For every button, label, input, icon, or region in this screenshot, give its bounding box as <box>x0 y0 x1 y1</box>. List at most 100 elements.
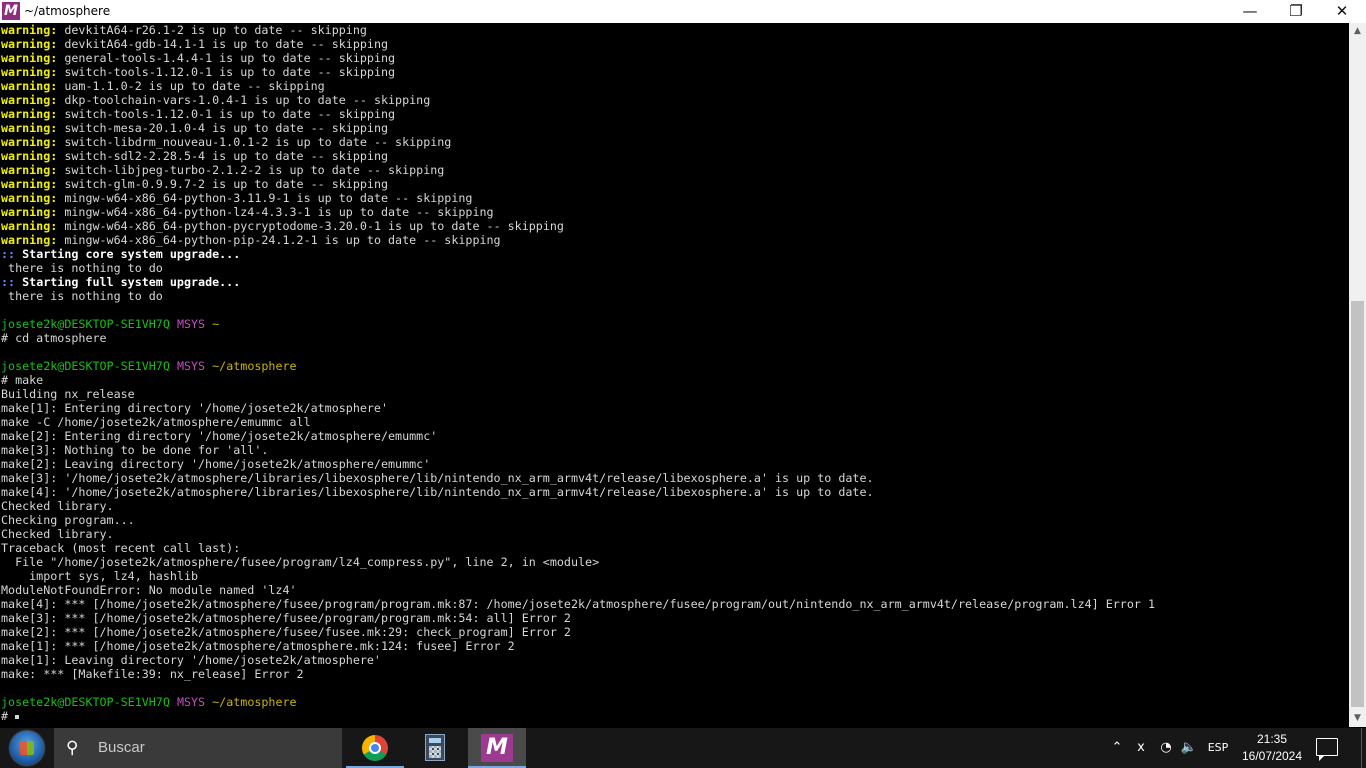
terminal-line: josete2k@DESKTOP-SE1VH7Q MSYS ~/atmosphe… <box>1 695 1155 709</box>
scrollbar-thumb[interactable] <box>1351 301 1364 707</box>
terminal-text-segment: josete2k@DESKTOP-SE1VH7Q <box>1 359 170 373</box>
terminal-text-segment: make[1]: *** [/home/josete2k/atmosphere/… <box>1 639 515 653</box>
terminal-text-segment: make[1]: Entering directory '/home/joset… <box>1 401 389 415</box>
msys2-app-icon[interactable]: M <box>2 2 20 20</box>
terminal-text-segment: josete2k@DESKTOP-SE1VH7Q <box>1 695 170 709</box>
terminal-text-segment: switch-tools-1.12.0-1 is up to date -- s… <box>57 65 396 79</box>
network-icon[interactable]: ◔ <box>1155 728 1177 768</box>
terminal-line: there is nothing to do <box>1 289 1155 303</box>
chrome-icon <box>362 735 388 761</box>
terminal-line: Checked library. <box>1 499 1155 513</box>
taskbar-search-box[interactable]: ⚲ Buscar <box>54 728 342 768</box>
terminal-line: import sys, lz4, hashlib <box>1 569 1155 583</box>
terminal-text-segment: MSYS <box>176 317 206 331</box>
terminal-text-segment: warning: <box>1 219 58 233</box>
terminal-line: there is nothing to do <box>1 261 1155 275</box>
terminal-line: # make <box>1 373 1155 387</box>
terminal-line: make[3]: *** [/home/josete2k/atmosphere/… <box>1 611 1155 625</box>
terminal-output: warning: devkitA64-r26.1-2 is up to date… <box>1 23 1155 723</box>
terminal-line: warning: switch-glm-0.9.9.7-2 is up to d… <box>1 177 1155 191</box>
vertical-scrollbar[interactable]: ▲ ▼ <box>1349 23 1366 727</box>
close-button[interactable]: ✕ <box>1319 0 1365 23</box>
start-button[interactable] <box>0 728 54 768</box>
show-hidden-icons-chevron-icon[interactable]: ⌃ <box>1106 728 1128 768</box>
minimize-button[interactable]: — <box>1227 0 1273 23</box>
terminal-text-segment: warning: <box>1 37 58 51</box>
terminal-text-segment: mingw-w64-x86_64-python-lz4-4.3.3-1 is u… <box>57 205 494 219</box>
terminal-text-segment: switch-libjpeg-turbo-2.1.2-2 is up to da… <box>57 163 445 177</box>
terminal-text-segment: there is nothing to do <box>1 289 163 303</box>
terminal-text-segment: there is nothing to do <box>1 261 163 275</box>
terminal-text-segment: Starting core system upgrade... <box>15 247 241 261</box>
terminal-text-segment: mingw-w64-x86_64-python-pip-24.1.2-1 is … <box>57 233 501 247</box>
scroll-up-arrow-icon[interactable]: ▲ <box>1349 23 1366 40</box>
taskbar: ⚲ Buscar M ⌃ ⅹ ◔ 🔈 ESP 21:35 16/07/2024 <box>0 728 1366 768</box>
terminal-text-segment: ~/atmosphere <box>212 359 297 373</box>
taskbar-app-msys2[interactable]: M <box>468 728 526 768</box>
terminal-line: warning: switch-mesa-20.1.0-4 is up to d… <box>1 121 1155 135</box>
calculator-icon <box>425 734 445 761</box>
ime-icon[interactable]: ⅹ <box>1130 728 1152 768</box>
maximize-button[interactable]: ❐ <box>1273 0 1319 23</box>
show-desktop-button[interactable] <box>1361 728 1366 768</box>
windows-logo-icon <box>10 731 44 765</box>
scroll-down-arrow-icon[interactable]: ▼ <box>1349 710 1366 727</box>
terminal-text-segment: make[3]: *** [/home/josete2k/atmosphere/… <box>1 611 571 625</box>
terminal-text-segment: warning: <box>1 121 58 135</box>
taskbar-app-chrome[interactable] <box>346 728 404 768</box>
terminal-text-segment: warning: <box>1 233 58 247</box>
terminal-text-segment: warning: <box>1 107 58 121</box>
terminal-text-segment: switch-sdl2-2.28.5-4 is up to date -- sk… <box>57 149 389 163</box>
terminal-text-segment: warning: <box>1 205 58 219</box>
terminal-line: make[3]: '/home/josete2k/atmosphere/libr… <box>1 471 1155 485</box>
terminal-text-segment: warning: <box>1 191 58 205</box>
terminal-line: warning: switch-tools-1.12.0-1 is up to … <box>1 107 1155 121</box>
terminal-text-segment: switch-glm-0.9.9.7-2 is up to date -- sk… <box>57 177 389 191</box>
terminal-text-segment: uam-1.1.0-2 is up to date -- skipping <box>57 79 325 93</box>
terminal-text-segment: mingw-w64-x86_64-python-3.11.9-1 is up t… <box>57 191 473 205</box>
terminal-line: Building nx_release <box>1 387 1155 401</box>
terminal-line: :: Starting core system upgrade... <box>1 247 1155 261</box>
terminal-text-segment: switch-tools-1.12.0-1 is up to date -- s… <box>57 107 396 121</box>
terminal-line: Traceback (most recent call last): <box>1 541 1155 555</box>
terminal-line: warning: switch-tools-1.12.0-1 is up to … <box>1 65 1155 79</box>
terminal-line: josete2k@DESKTOP-SE1VH7Q MSYS ~/atmosphe… <box>1 359 1155 373</box>
terminal-line: make[2]: *** [/home/josete2k/atmosphere/… <box>1 625 1155 639</box>
language-indicator[interactable]: ESP <box>1204 728 1232 768</box>
terminal-text-segment: switch-libdrm_nouveau-1.0.1-2 is up to d… <box>57 135 452 149</box>
terminal-line: make[4]: '/home/josete2k/atmosphere/libr… <box>1 485 1155 499</box>
terminal-text-segment: # cd atmosphere <box>1 331 107 345</box>
terminal-text-segment: ~ <box>212 317 220 331</box>
terminal-text-segment: warning: <box>1 23 58 37</box>
terminal-text-segment: File "/home/josete2k/atmosphere/fusee/pr… <box>1 555 600 569</box>
taskbar-app-calculator[interactable] <box>406 728 464 768</box>
terminal-text-segment: make[4]: '/home/josete2k/atmosphere/libr… <box>1 485 874 499</box>
terminal-line: make[1]: Leaving directory '/home/josete… <box>1 653 1155 667</box>
terminal-line: :: Starting full system upgrade... <box>1 275 1155 289</box>
notification-center-icon[interactable] <box>1316 738 1338 761</box>
terminal-area[interactable]: warning: devkitA64-r26.1-2 is up to date… <box>0 23 1349 727</box>
terminal-text-segment: warning: <box>1 65 58 79</box>
terminal-line: Checked library. <box>1 527 1155 541</box>
terminal-line: make: *** [Makefile:39: nx_release] Erro… <box>1 667 1155 681</box>
terminal-line: josete2k@DESKTOP-SE1VH7Q MSYS ~ <box>1 317 1155 331</box>
terminal-line: make[2]: Entering directory '/home/joset… <box>1 429 1155 443</box>
terminal-text-segment: make[2]: Entering directory '/home/joset… <box>1 429 438 443</box>
volume-icon[interactable]: 🔈 <box>1178 728 1200 768</box>
terminal-line: warning: switch-libdrm_nouveau-1.0.1-2 i… <box>1 135 1155 149</box>
window-title: ~/atmosphere <box>24 4 111 18</box>
terminal-text-segment: # make <box>1 373 44 387</box>
terminal-text-segment: make -C /home/josete2k/atmosphere/emummc… <box>1 415 311 429</box>
terminal-text-segment: Traceback (most recent call last): <box>1 541 241 555</box>
terminal-text-segment: ModuleNotFoundError: No module named 'lz… <box>1 583 297 597</box>
terminal-text-segment: :: <box>1 247 16 261</box>
terminal-line: warning: switch-libjpeg-turbo-2.1.2-2 is… <box>1 163 1155 177</box>
taskbar-clock[interactable]: 21:35 16/07/2024 <box>1238 731 1306 765</box>
terminal-text-segment: josete2k@DESKTOP-SE1VH7Q <box>1 317 170 331</box>
terminal-line: warning: switch-sdl2-2.28.5-4 is up to d… <box>1 149 1155 163</box>
terminal-text-segment: warning: <box>1 79 58 93</box>
terminal-text-segment: Checked library. <box>1 499 114 513</box>
window-titlebar[interactable]: M ~/atmosphere — ❐ ✕ <box>0 0 1366 23</box>
